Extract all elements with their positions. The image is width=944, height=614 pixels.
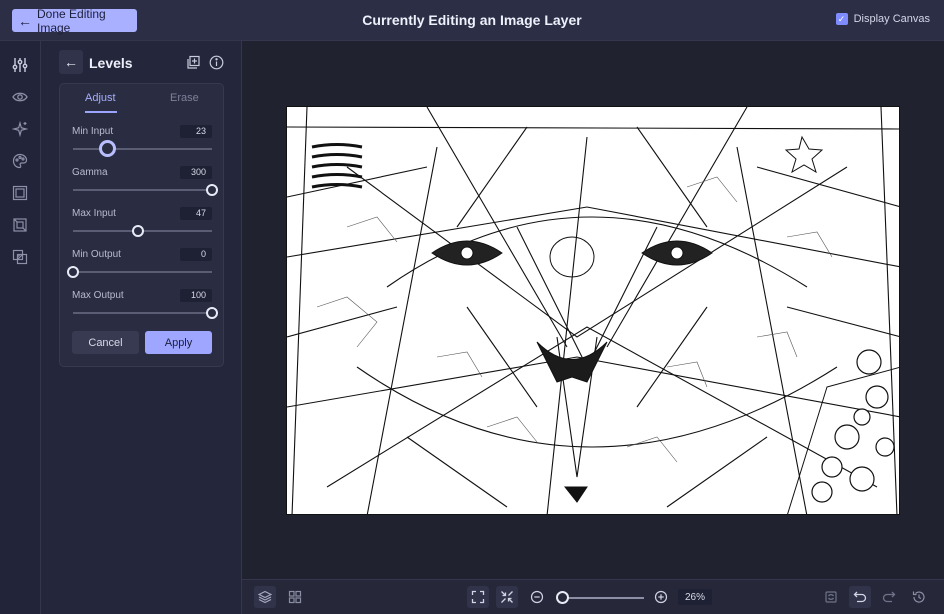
fit-to-screen-button[interactable] [467, 586, 489, 608]
min-output-field[interactable]: 0 [180, 248, 212, 261]
layers-icon [258, 590, 272, 604]
frame-icon[interactable] [11, 184, 29, 202]
zoom-out-button[interactable] [526, 586, 548, 608]
panel-title: Levels [89, 55, 133, 71]
min-input-field[interactable]: 23 [180, 125, 212, 138]
max-output-slider-thumb[interactable] [206, 307, 218, 319]
min-output-slider-track[interactable] [73, 271, 212, 273]
back-button[interactable]: ← [59, 50, 83, 74]
max-output-field[interactable]: 100 [180, 289, 212, 302]
done-editing-label: Done Editing Image [37, 6, 106, 35]
tab-erase[interactable]: Erase [170, 92, 199, 104]
min-input-slider-thumb[interactable] [99, 140, 117, 157]
grid-button[interactable] [284, 586, 306, 608]
levels-panel: ← Levels Adjust Erase Min Input 23 Gamma… [41, 41, 242, 614]
max-output-slider-track[interactable] [73, 312, 212, 314]
min-output-slider-thumb[interactable] [67, 266, 79, 278]
history-button[interactable] [908, 586, 930, 608]
line-art-image [287, 107, 899, 514]
min-output-label: Min Output [72, 249, 121, 260]
max-output-label: Max Output [72, 290, 124, 301]
shrink-button[interactable] [496, 586, 518, 608]
crop-icon[interactable] [11, 216, 29, 234]
layers-overlap-icon[interactable] [11, 248, 29, 266]
reset-button[interactable] [820, 586, 842, 608]
sliders-icon[interactable] [11, 56, 29, 74]
sparkle-icon[interactable] [11, 120, 29, 138]
cancel-button[interactable]: Cancel [72, 331, 139, 354]
gamma-slider-track[interactable] [73, 189, 212, 191]
top-bar: ← Done Editing Image Currently Editing a… [0, 0, 944, 41]
undo-icon [853, 591, 867, 603]
max-input-field[interactable]: 47 [180, 207, 212, 220]
min-input-label: Min Input [72, 126, 114, 137]
apply-button[interactable]: Apply [145, 331, 212, 354]
zoom-slider-track[interactable] [558, 597, 644, 599]
done-editing-button[interactable]: ← Done Editing Image [12, 6, 137, 35]
zoom-value[interactable]: 26% [678, 589, 712, 605]
gamma-label: Gamma [72, 167, 108, 178]
refresh-icon [825, 591, 837, 603]
min-input-slider-track[interactable] [73, 148, 212, 150]
canvas-workspace[interactable] [242, 41, 944, 579]
zoom-slider-thumb[interactable] [556, 591, 570, 604]
zoom-in-icon [654, 590, 668, 604]
palette-icon[interactable] [11, 152, 29, 170]
tool-sidebar [0, 41, 41, 614]
max-input-label: Max Input [72, 208, 116, 219]
duplicate-icon[interactable] [186, 55, 201, 70]
gamma-field[interactable]: 300 [180, 166, 212, 179]
checkbox-checked-icon[interactable]: ✓ [835, 13, 848, 25]
expand-icon [471, 590, 485, 604]
collapse-icon [501, 591, 513, 603]
page-title: Currently Editing an Image Layer [362, 12, 582, 28]
redo-icon [882, 591, 896, 603]
bottom-toolbar: 26% [242, 579, 944, 614]
gamma-slider-thumb[interactable] [206, 184, 218, 196]
tab-adjust[interactable]: Adjust [85, 92, 116, 104]
zoom-out-icon [530, 590, 544, 604]
eye-icon[interactable] [11, 88, 29, 106]
active-tab-indicator [85, 111, 117, 113]
info-icon[interactable] [209, 55, 224, 70]
layers-button[interactable] [254, 586, 276, 608]
levels-card: Adjust Erase Min Input 23 Gamma 300 Max … [59, 83, 224, 367]
display-canvas-toggle[interactable]: ✓ Display Canvas [835, 13, 930, 25]
display-canvas-label: Display Canvas [853, 13, 930, 25]
grid-icon [288, 590, 302, 604]
max-input-slider-thumb[interactable] [132, 225, 145, 237]
image-layer[interactable] [286, 106, 900, 515]
arrow-left-icon: ← [18, 12, 32, 29]
history-icon [912, 591, 925, 603]
undo-button[interactable] [849, 586, 871, 608]
arrow-left-icon: ← [64, 54, 78, 70]
zoom-in-button[interactable] [650, 586, 672, 608]
redo-button[interactable] [878, 586, 900, 608]
